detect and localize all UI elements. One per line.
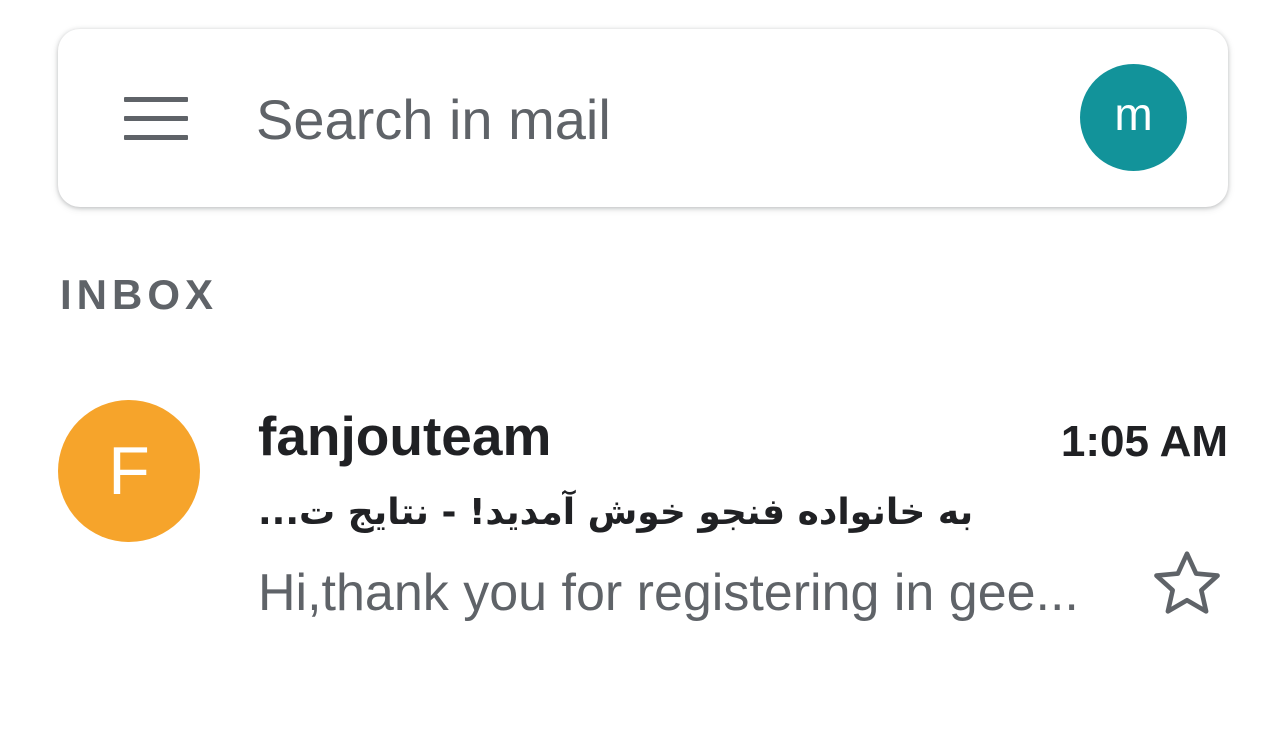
- sender-avatar[interactable]: F: [58, 400, 200, 542]
- email-time: 1:05 AM: [1060, 417, 1228, 466]
- search-input[interactable]: [256, 79, 1036, 159]
- email-list-item[interactable]: F fanjouteam 1:05 AM به خانواده فنجو خوش…: [0, 380, 1280, 640]
- account-avatar[interactable]: m: [1080, 64, 1187, 171]
- email-snippet: Hi,thank you for registering in gee...: [258, 564, 1079, 622]
- account-avatar-initial: m: [1114, 87, 1153, 140]
- hamburger-menu-icon[interactable]: [124, 97, 188, 141]
- email-sender: fanjouteam: [258, 405, 552, 467]
- sender-avatar-initial: F: [108, 433, 150, 509]
- section-label-inbox: INBOX: [60, 271, 219, 318]
- star-outline-icon[interactable]: [1150, 546, 1224, 620]
- search-bar[interactable]: m: [58, 29, 1228, 207]
- email-subject: به خانواده فنجو خوش آمدید! - نتایج ت...: [258, 492, 974, 533]
